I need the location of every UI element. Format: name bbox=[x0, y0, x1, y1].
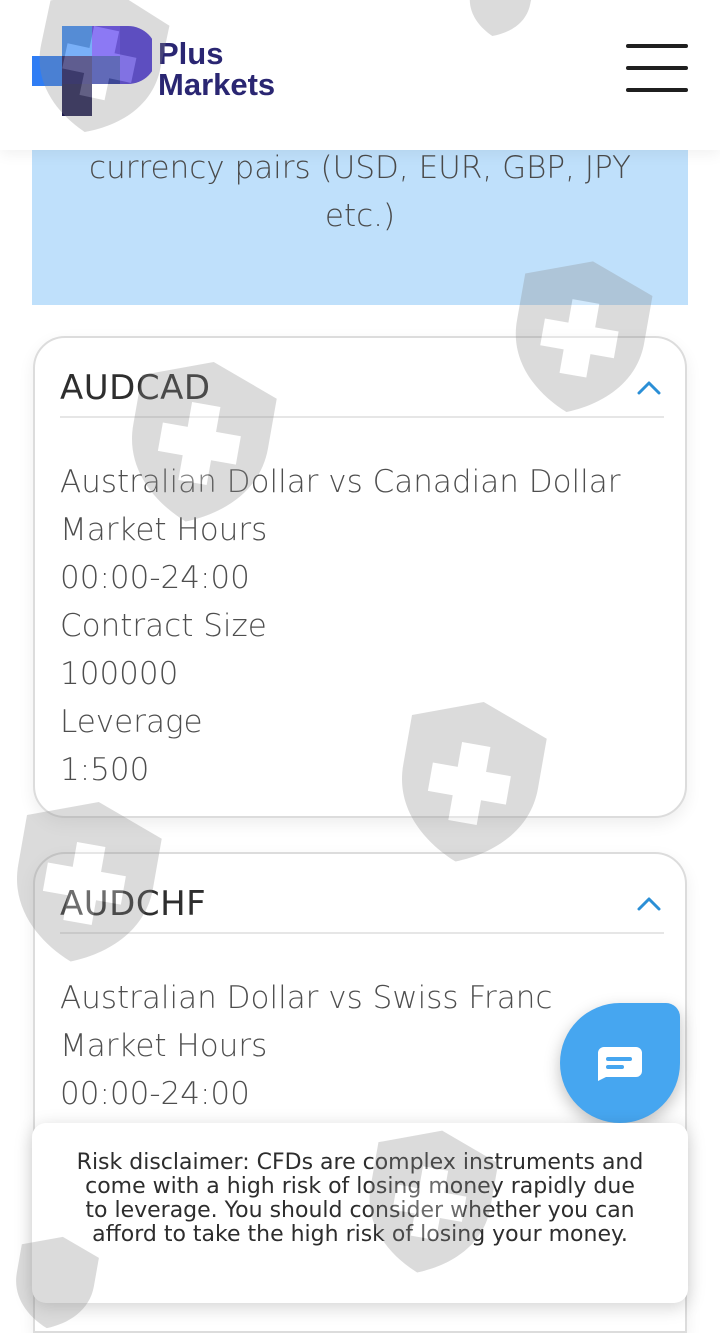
card-divider bbox=[60, 932, 664, 934]
risk-disclaimer-text: Risk disclaimer: CFDs are complex instru… bbox=[76, 1150, 644, 1247]
brand-line-2: Markets bbox=[158, 67, 276, 102]
pair-description: Australian Dollar vs Canadian Dollar bbox=[60, 464, 621, 500]
info-band: currency pairs (USD, EUR, GBP, JPY etc.) bbox=[32, 150, 688, 305]
logo-mark-icon bbox=[32, 26, 152, 116]
market-hours-label: Market Hours bbox=[60, 512, 268, 548]
chevron-up-icon[interactable] bbox=[635, 378, 663, 398]
site-header: Plus Markets bbox=[0, 0, 720, 150]
card-divider bbox=[60, 416, 664, 418]
instrument-card-audcad: AUDCAD Australian Dollar vs Canadian Dol… bbox=[33, 336, 687, 818]
chat-button[interactable] bbox=[560, 1003, 680, 1123]
brand-line-1: Plus bbox=[158, 36, 224, 71]
info-band-text: currency pairs (USD, EUR, GBP, JPY etc.) bbox=[89, 150, 631, 234]
market-hours-value: 00:00-24:00 bbox=[60, 560, 250, 596]
leverage-label: Leverage bbox=[60, 704, 203, 740]
leverage-value: 1:500 bbox=[60, 752, 150, 788]
contract-size-value: 100000 bbox=[60, 656, 179, 692]
chevron-up-icon[interactable] bbox=[635, 894, 663, 914]
hamburger-menu-icon[interactable] bbox=[626, 44, 688, 94]
card-title[interactable]: AUDCAD bbox=[60, 368, 211, 408]
card-title[interactable]: AUDCHF bbox=[60, 884, 206, 924]
pair-description: Australian Dollar vs Swiss Franc bbox=[60, 980, 553, 1016]
brand-name: Plus Markets bbox=[158, 38, 275, 100]
plus-markets-logo[interactable]: Plus Markets bbox=[32, 26, 312, 118]
card-details: Australian Dollar vs Canadian Dollar Mar… bbox=[60, 458, 660, 794]
chat-bubble-icon bbox=[598, 1047, 642, 1081]
contract-size-label: Contract Size bbox=[60, 608, 267, 644]
risk-disclaimer: Risk disclaimer: CFDs are complex instru… bbox=[32, 1123, 688, 1303]
